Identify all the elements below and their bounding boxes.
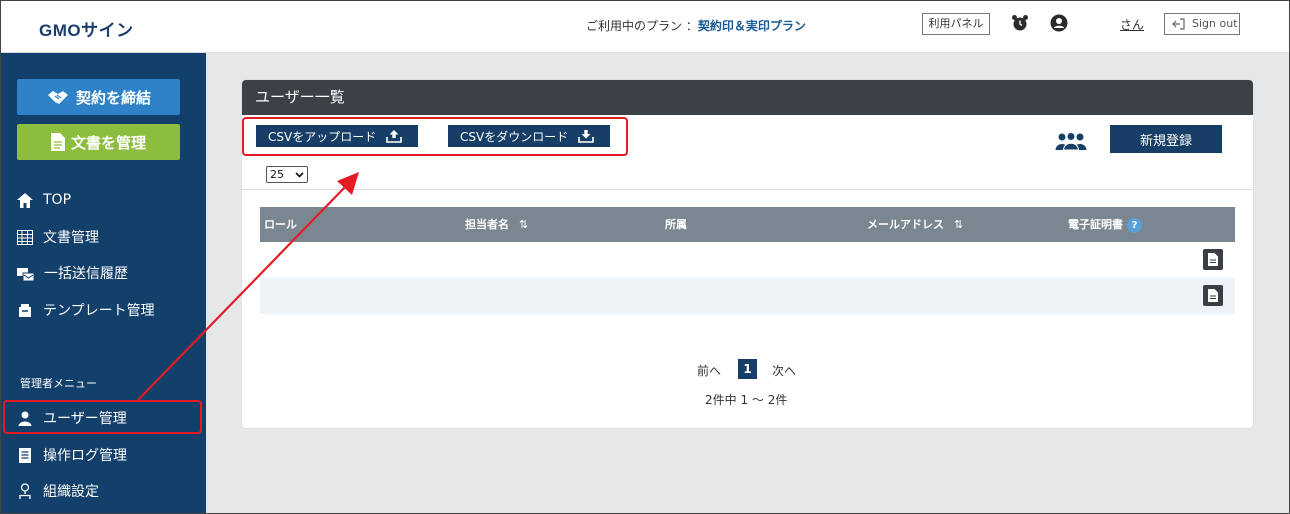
sort-icon[interactable]: ⇅ <box>954 218 963 231</box>
sidebar-item-label: 組織設定 <box>43 484 99 500</box>
sort-icon[interactable]: ⇅ <box>519 218 528 231</box>
handshake-icon <box>47 91 68 104</box>
csv-upload-button[interactable]: CSVをアップロード <box>256 125 418 147</box>
user-name-link[interactable]: さん <box>1120 16 1144 33</box>
organization-icon <box>19 483 31 499</box>
bulk-send-icon <box>17 267 34 281</box>
certificate-document-button[interactable] <box>1203 285 1223 306</box>
column-digital-certificate: 電子証明書? <box>1068 207 1142 242</box>
sidebar-item-documents[interactable]: 文書管理 <box>17 225 99 249</box>
table-grid-icon <box>17 229 33 245</box>
sidebar-item-label: 操作ログ管理 <box>43 448 127 464</box>
home-icon <box>17 192 33 208</box>
sidebar-item-templates[interactable]: テンプレート管理 <box>17 298 155 322</box>
sidebar-item-organization-settings[interactable]: 組織設定 <box>17 479 99 503</box>
help-icon[interactable]: ? <box>1127 217 1142 233</box>
page-title: ユーザー一覧 <box>242 80 1253 115</box>
contract-button[interactable]: 契約を締結 <box>17 79 180 115</box>
chevron-down-icon <box>295 172 304 178</box>
current-page[interactable]: 1 <box>738 359 757 379</box>
new-registration-button[interactable]: 新規登録 <box>1110 125 1222 153</box>
next-page-link[interactable]: 次へ <box>772 362 796 379</box>
sidebar-item-bulk-send-history[interactable]: 一括送信履歴 <box>17 261 128 285</box>
log-list-icon <box>19 447 31 463</box>
manage-documents-button[interactable]: 文書を管理 <box>17 124 180 160</box>
divider <box>242 189 1253 190</box>
sidebar-item-label: 一括送信履歴 <box>44 266 128 282</box>
sidebar-item-label: 文書管理 <box>43 230 99 246</box>
sidebar-item-label: TOP <box>43 192 72 208</box>
user-table-header: ロール 担当者名 ⇅ 所属 メールアドレス ⇅ 電子証明書? <box>260 207 1235 242</box>
column-department: 所属 <box>665 218 687 231</box>
column-email[interactable]: メールアドレス ⇅ <box>867 207 963 242</box>
page-size-value: 25 <box>270 168 284 181</box>
usage-panel-button[interactable]: 利用パネル <box>922 13 990 35</box>
certificate-document-button[interactable] <box>1203 249 1223 270</box>
user-list-card: ユーザー一覧 CSVをアップロード CSVをダウンロード 新規登録 25 ロール… <box>242 80 1253 428</box>
document-icon <box>1208 253 1218 266</box>
contract-button-label: 契約を締結 <box>75 88 151 107</box>
csv-download-label: CSVをダウンロード <box>460 129 569 144</box>
upload-icon <box>386 130 403 143</box>
sign-out-icon <box>1172 18 1185 30</box>
sign-out-label: Sign out <box>1192 17 1238 30</box>
table-row[interactable] <box>260 242 1235 278</box>
column-person-in-charge[interactable]: 担当者名 ⇅ <box>465 207 528 242</box>
sidebar-item-operation-log[interactable]: 操作ログ管理 <box>17 443 127 467</box>
plan-label: ご利用中のプラン ： <box>586 19 698 33</box>
document-icon <box>1208 289 1218 302</box>
plan-name: 契約印＆実印プラン <box>697 19 806 33</box>
sidebar-item-top[interactable]: TOP <box>17 188 71 212</box>
alarm-clock-icon[interactable] <box>1011 14 1029 32</box>
user-account-icon[interactable] <box>1050 14 1068 32</box>
top-header: GMOサイン ご利用中のプラン ：契約印＆実印プラン 利用パネル さん Sign… <box>1 1 1289 53</box>
sign-out-button[interactable]: Sign out <box>1164 13 1240 35</box>
prev-page-link[interactable]: 前へ <box>697 362 721 379</box>
csv-upload-label: CSVをアップロード <box>268 129 377 144</box>
page-size-select[interactable]: 25 <box>266 166 308 183</box>
document-icon <box>50 133 65 151</box>
plan-info: ご利用中のプラン ：契約印＆実印プラン <box>586 17 806 34</box>
table-row[interactable] <box>260 278 1235 314</box>
download-icon <box>578 130 595 143</box>
sidebar: 契約を締結 文書を管理 TOP 文書管理 一括送信履歴 テンプレート管理 管理者… <box>1 53 206 514</box>
result-count: 2件中 1 ～ 2件 <box>705 393 788 407</box>
template-icon <box>19 303 31 317</box>
user-management-highlight <box>3 400 202 434</box>
column-role: ロール <box>264 218 297 231</box>
manage-documents-label: 文書を管理 <box>70 133 146 152</box>
admin-menu-label: 管理者メニュー <box>20 377 97 390</box>
sidebar-item-label: テンプレート管理 <box>43 303 155 319</box>
user-group-icon[interactable] <box>1055 132 1087 150</box>
csv-download-button[interactable]: CSVをダウンロード <box>448 125 610 147</box>
gmo-sign-logo[interactable]: GMOサイン <box>39 16 134 41</box>
